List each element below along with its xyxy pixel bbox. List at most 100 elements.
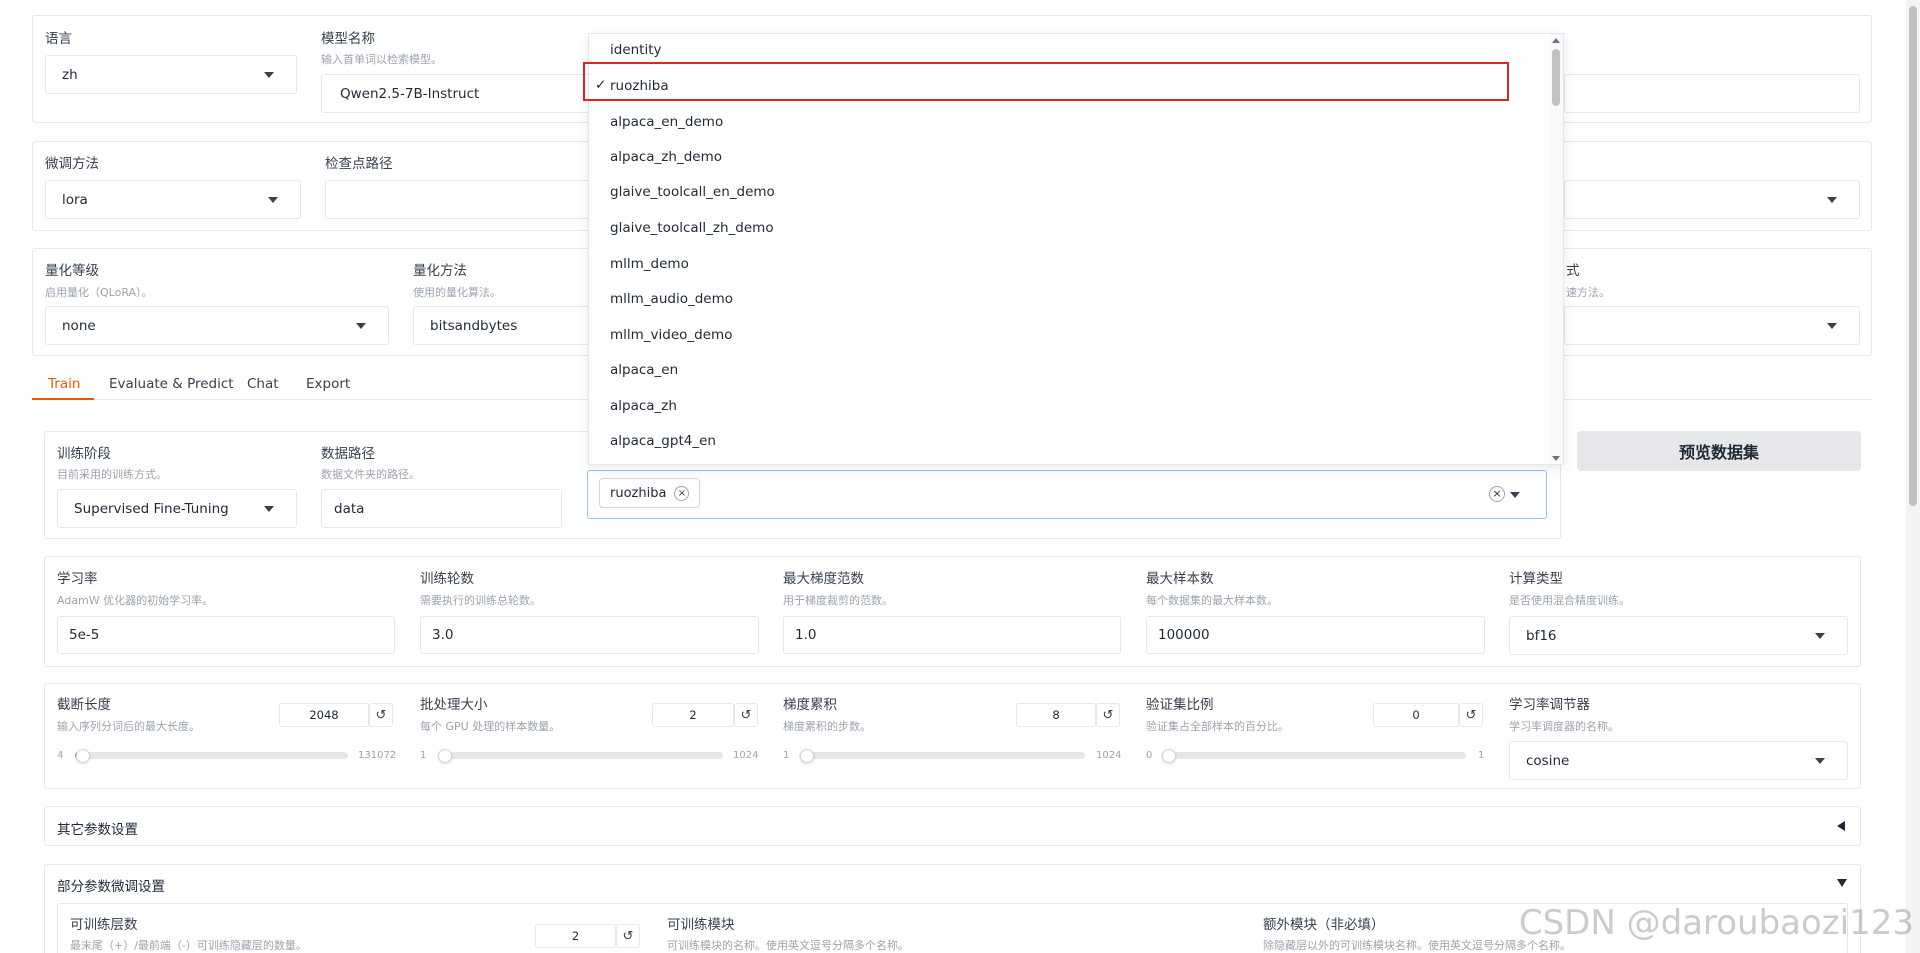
- chevron-down-icon: [264, 505, 274, 512]
- trainable-layers-reset-icon[interactable]: ↺: [616, 924, 640, 948]
- config-path-select[interactable]: [1564, 180, 1860, 219]
- quant-method-value: bitsandbytes: [430, 317, 518, 334]
- batch-size-reset-icon[interactable]: ↺: [734, 703, 758, 727]
- quant-level-value: none: [62, 317, 96, 334]
- finetune-method-label: 微调方法: [45, 156, 99, 172]
- grad-accum-slider[interactable]: [799, 752, 1085, 759]
- cutoff-len-min: 4: [57, 750, 64, 761]
- model-path-input[interactable]: [1564, 74, 1860, 113]
- batch-size-thumb[interactable]: [438, 749, 452, 763]
- epochs-hint: 需要执行的训练总轮数。: [420, 594, 541, 607]
- language-select[interactable]: zh: [45, 55, 297, 94]
- quant-level-select[interactable]: none: [45, 306, 389, 345]
- quant-level-label: 量化等级: [45, 263, 99, 279]
- grad-accum-input[interactable]: 8: [1016, 703, 1096, 727]
- max-samples-label: 最大样本数: [1146, 571, 1214, 587]
- dataset-option[interactable]: mllm_demo: [610, 256, 689, 272]
- cutoff-len-slider[interactable]: [75, 752, 348, 759]
- tab-evaluate-predict[interactable]: Evaluate & Predict: [109, 376, 234, 392]
- chevron-down-icon: [268, 196, 278, 203]
- collapse-arrow-icon: [1837, 821, 1845, 831]
- dataset-option[interactable]: alpaca_zh: [610, 398, 677, 414]
- tab-train[interactable]: Train: [48, 376, 80, 392]
- clear-selection-icon[interactable]: ×: [1489, 486, 1505, 502]
- dataset-option[interactable]: mllm_audio_demo: [610, 291, 733, 307]
- trainable-layers-label: 可训练层数: [70, 917, 138, 933]
- language-value: zh: [62, 66, 78, 83]
- dataset-option[interactable]: alpaca_en: [610, 362, 678, 378]
- max-grad-norm-value: 1.0: [795, 627, 817, 643]
- model-name-value: Qwen2.5-7B-Instruct: [340, 85, 480, 102]
- max-grad-norm-input[interactable]: 1.0: [783, 616, 1121, 654]
- cutoff-len-label: 截断长度: [57, 697, 111, 713]
- lr-scheduler-select[interactable]: cosine: [1509, 741, 1848, 780]
- accel-select[interactable]: [1564, 306, 1860, 345]
- other-settings-accordion[interactable]: [44, 806, 1861, 846]
- dataset-option[interactable]: alpaca_gpt4_en: [610, 433, 716, 449]
- finetune-method-select[interactable]: lora: [45, 180, 301, 219]
- language-label: 语言: [45, 31, 72, 47]
- dataset-option[interactable]: identity: [610, 42, 662, 58]
- val-size-slider[interactable]: [1161, 752, 1466, 759]
- cutoff-len-reset-icon[interactable]: ↺: [369, 703, 393, 727]
- train-stage-select[interactable]: Supervised Fine-Tuning: [57, 489, 297, 528]
- val-size-min: 0: [1146, 750, 1153, 761]
- val-size-hint: 验证集占全部样本的百分比。: [1146, 720, 1289, 733]
- val-size-reset-icon[interactable]: ↺: [1459, 703, 1483, 727]
- tab-export[interactable]: Export: [306, 376, 350, 392]
- data-dir-input[interactable]: data: [321, 489, 562, 528]
- compute-type-select[interactable]: bf16: [1509, 616, 1848, 655]
- extra-modules-label: 额外模块（非必填）: [1263, 917, 1385, 933]
- max-samples-value: 100000: [1158, 627, 1210, 643]
- data-dir-value: data: [334, 500, 365, 517]
- scroll-down-icon[interactable]: [1552, 456, 1560, 461]
- cutoff-len-thumb[interactable]: [76, 749, 90, 763]
- dataset-option[interactable]: glaive_toolcall_zh_demo: [610, 220, 774, 236]
- max-samples-input[interactable]: 100000: [1146, 616, 1485, 654]
- val-size-thumb[interactable]: [1162, 749, 1176, 763]
- scroll-up-icon[interactable]: [1552, 38, 1560, 43]
- tab-chat[interactable]: Chat: [247, 376, 279, 392]
- learning-rate-hint: AdamW 优化器的初始学习率。: [57, 594, 214, 607]
- grad-accum-min: 1: [783, 750, 790, 761]
- train-stage-hint: 目前采用的训练方式。: [57, 468, 167, 481]
- dataset-select[interactable]: [587, 470, 1547, 519]
- dataset-option[interactable]: glaive_toolcall_en_demo: [610, 184, 775, 200]
- cutoff-len-input[interactable]: 2048: [279, 703, 369, 727]
- batch-size-slider[interactable]: [438, 752, 723, 759]
- dropdown-scroll-thumb[interactable]: [1552, 49, 1560, 106]
- epochs-value: 3.0: [432, 627, 454, 643]
- grad-accum-hint: 梯度累积的步数。: [783, 720, 871, 733]
- max-grad-norm-label: 最大梯度范数: [783, 571, 864, 587]
- chip-remove-icon[interactable]: ×: [674, 485, 690, 501]
- batch-size-max: 1024: [733, 750, 759, 761]
- cutoff-len-hint: 输入序列分词后的最大长度。: [57, 720, 200, 733]
- batch-size-input[interactable]: 2: [652, 703, 734, 727]
- selected-option-highlight: [583, 62, 1509, 101]
- train-stage-label: 训练阶段: [57, 446, 111, 462]
- preview-dataset-button[interactable]: 预览数据集: [1577, 431, 1861, 471]
- trainable-modules-label: 可训练模块: [667, 917, 735, 933]
- chevron-down-icon: [1815, 757, 1825, 764]
- grad-accum-thumb[interactable]: [800, 749, 814, 763]
- dataset-option[interactable]: alpaca_zh_demo: [610, 149, 722, 165]
- learning-rate-label: 学习率: [57, 571, 98, 587]
- grad-accum-reset-icon[interactable]: ↺: [1096, 703, 1120, 727]
- dataset-option[interactable]: mllm_video_demo: [610, 327, 732, 343]
- accel-hint: 速方法。: [1566, 286, 1610, 299]
- checkmark-icon: ✓: [595, 77, 607, 93]
- chevron-down-icon: [1815, 632, 1825, 639]
- trainable-layers-input[interactable]: 2: [535, 924, 616, 948]
- grad-accum-max: 1024: [1096, 750, 1122, 761]
- learning-rate-value: 5e-5: [69, 627, 100, 643]
- val-size-input[interactable]: 0: [1373, 703, 1459, 727]
- batch-size-min: 1: [420, 750, 427, 761]
- page-scroll-thumb[interactable]: [1909, 6, 1917, 506]
- learning-rate-input[interactable]: 5e-5: [57, 616, 395, 654]
- dataset-chip: ruozhiba ×: [599, 478, 701, 508]
- dataset-option[interactable]: alpaca_en_demo: [610, 114, 723, 130]
- trainable-modules-hint: 可训练模块的名称。使用英文逗号分隔多个名称。: [667, 939, 909, 952]
- compute-type-hint: 是否使用混合精度训练。: [1509, 594, 1630, 607]
- dataset-chip-label: ruozhiba: [610, 485, 667, 501]
- epochs-input[interactable]: 3.0: [420, 616, 759, 654]
